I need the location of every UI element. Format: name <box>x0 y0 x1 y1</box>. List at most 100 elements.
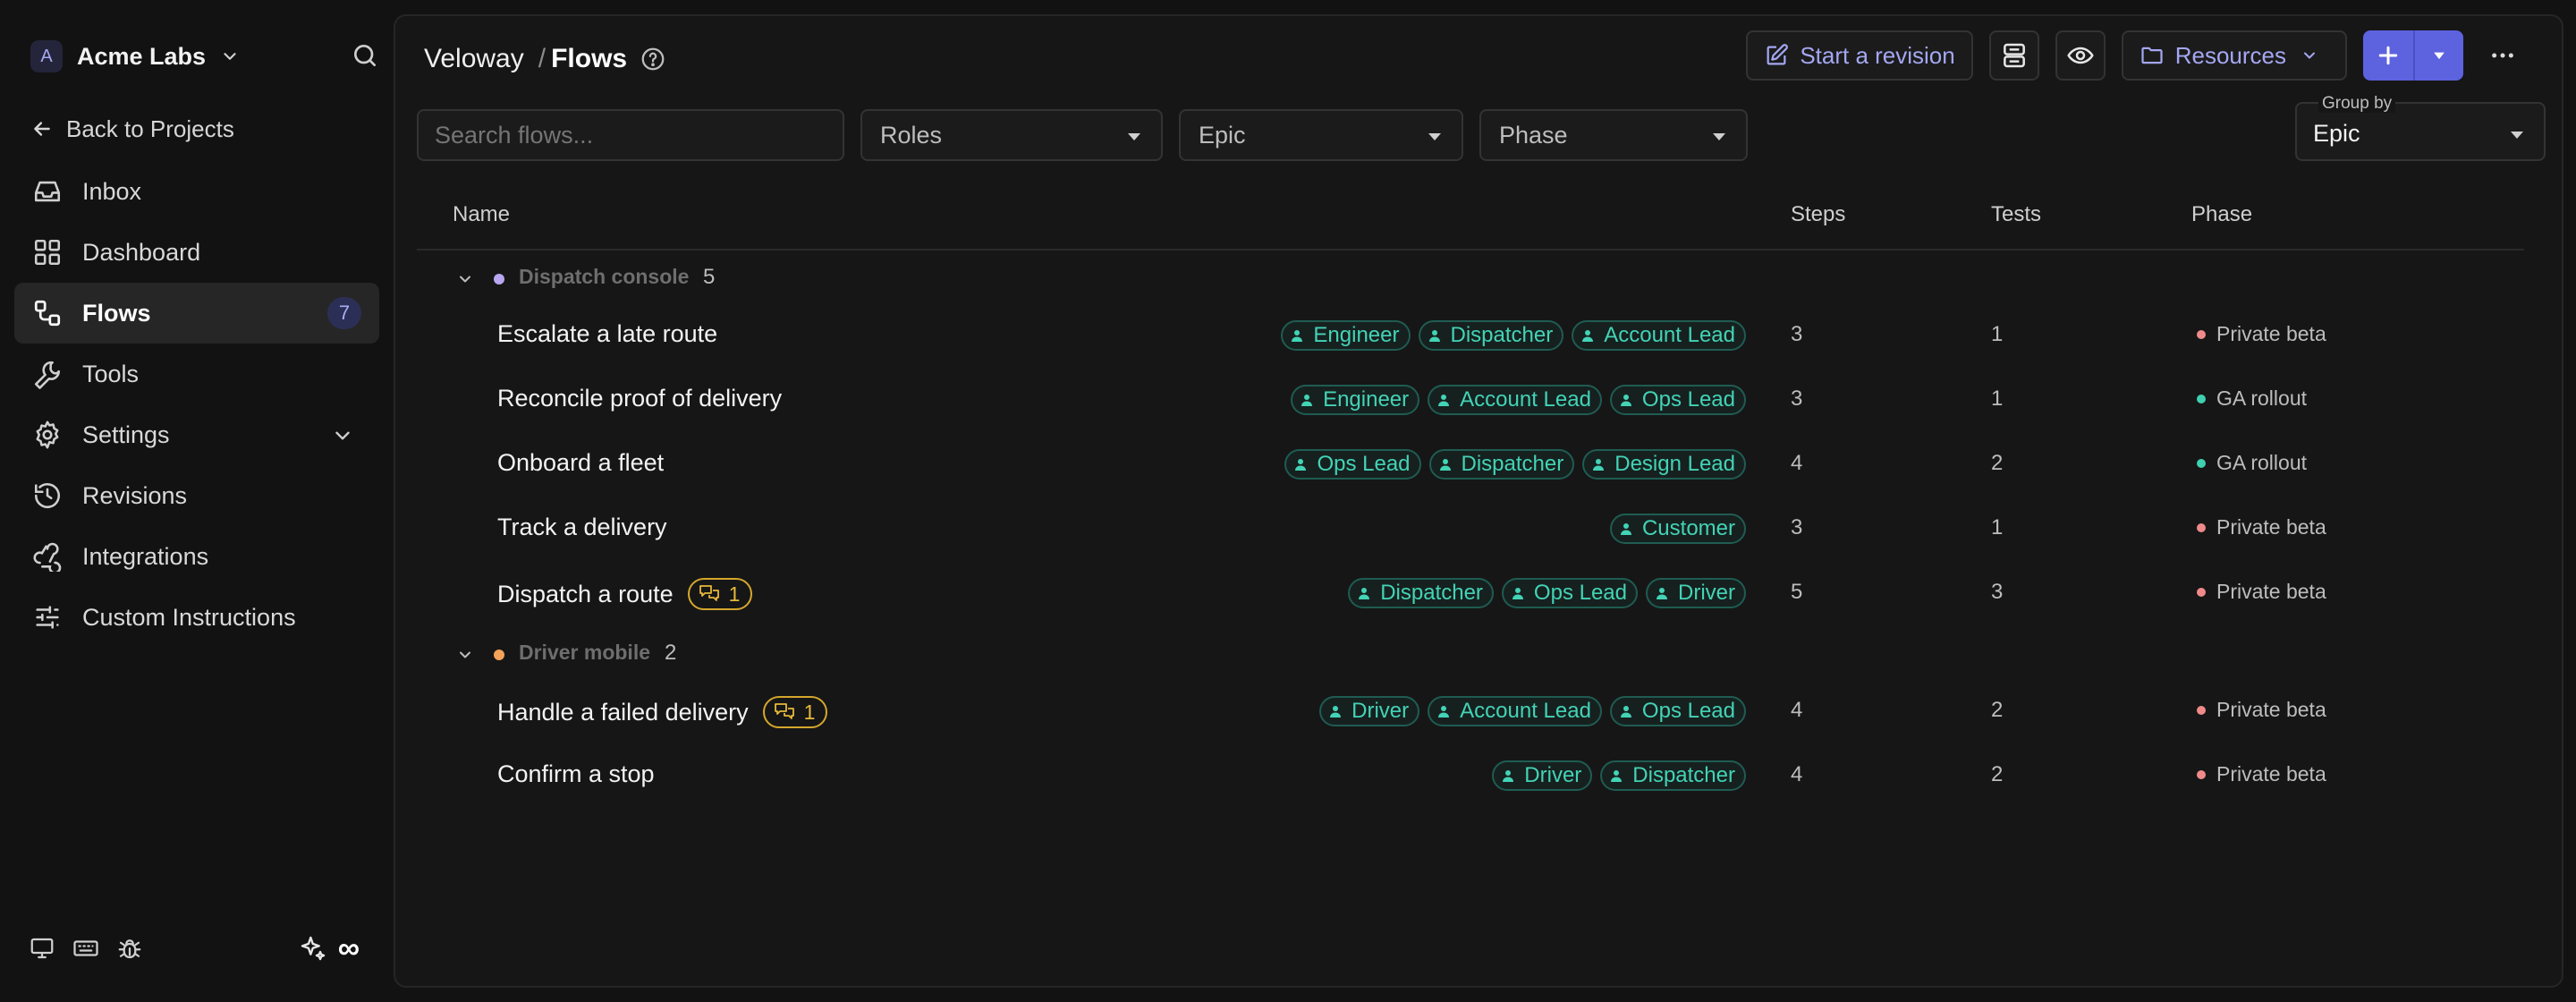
role-label: Driver <box>1678 581 1735 605</box>
sidebar-item-label: Flows <box>82 299 151 327</box>
person-icon <box>1503 770 1514 782</box>
flow-name-cell: Reconcile proof of delivery <box>497 385 782 412</box>
phase-cell: Private beta <box>2197 580 2326 604</box>
sidebar-item-label: Integrations <box>82 542 209 570</box>
table-row[interactable]: Reconcile proof of delivery Engineer Accou… <box>417 369 2524 433</box>
role-tag[interactable]: Dispatcher <box>1418 320 1564 351</box>
role-tag[interactable]: Customer <box>1609 514 1746 544</box>
sidebar-item-revisions[interactable]: Revisions <box>14 465 379 526</box>
table-row[interactable]: Onboard a fleet Ops Lead Dispatcher Design … <box>417 433 2524 497</box>
sidebar-item-settings[interactable]: Settings <box>14 404 379 465</box>
create-button[interactable] <box>2363 30 2413 81</box>
preview-button[interactable] <box>2055 30 2106 81</box>
role-tag[interactable]: Driver <box>1492 760 1593 791</box>
role-tag[interactable]: Ops Lead <box>1609 385 1746 415</box>
role-tag[interactable]: Dispatcher <box>1428 449 1575 480</box>
inbox-icon <box>34 181 61 202</box>
search-icon[interactable] <box>351 41 379 70</box>
breadcrumb-project[interactable]: Veloway <box>424 44 524 74</box>
table-row[interactable]: Track a delivery Customer 3 1 Private beta <box>417 497 2524 562</box>
resources-dropdown[interactable]: Resources <box>2121 30 2347 81</box>
role-tag[interactable]: Account Lead <box>1428 696 1602 726</box>
epic-filter[interactable]: Epic <box>1179 109 1463 161</box>
role-tag[interactable]: Account Lead <box>1572 320 1746 351</box>
agent-button[interactable] <box>1988 30 2039 81</box>
person-icon <box>1359 588 1370 599</box>
folder-icon <box>2141 47 2163 64</box>
column-header-steps[interactable]: Steps <box>1791 202 1845 227</box>
table-row[interactable]: Dispatch a route 1 Dispatcher Ops Lead Drive… <box>417 562 2524 626</box>
role-tag[interactable]: Ops Lead <box>1609 696 1746 726</box>
role-tag[interactable]: Driver <box>1646 578 1746 608</box>
plus-icon <box>2378 46 2398 65</box>
flow-name-cell: Handle a failed delivery 1 <box>497 696 828 728</box>
flow-name: Handle a failed delivery <box>497 698 749 726</box>
roles-filter[interactable]: Roles <box>860 109 1163 161</box>
role-tag[interactable]: Dispatcher <box>1600 760 1746 791</box>
person-icon <box>1620 706 1631 718</box>
back-to-projects-link[interactable]: Back to Projects <box>30 111 370 147</box>
role-label: Account Lead <box>1460 699 1591 723</box>
column-header-tests[interactable]: Tests <box>1991 202 2041 227</box>
comments-badge[interactable]: 1 <box>687 578 753 610</box>
role-label: Ops Lead <box>1641 699 1735 723</box>
role-label: Design Lead <box>1614 452 1735 476</box>
table-row[interactable]: Confirm a stop Driver Dispatcher 4 2 Private … <box>417 744 2524 809</box>
sidebar-item-inbox[interactable]: Inbox <box>14 161 379 222</box>
sidebar-item-integrations[interactable]: Integrations <box>14 526 379 587</box>
start-revision-button[interactable]: Start a revision <box>1746 30 1973 81</box>
chevron-down-icon[interactable] <box>456 646 474 664</box>
help-icon[interactable] <box>640 46 666 72</box>
sidebar-item-custom-instructions[interactable]: Custom Instructions <box>14 587 379 648</box>
chevron-down-icon <box>2304 52 2315 59</box>
table-row[interactable]: Handle a failed delivery 1 Driver Account L… <box>417 680 2524 744</box>
search-input[interactable] <box>417 109 844 161</box>
comments-badge[interactable]: 1 <box>762 696 828 728</box>
sparkles-icon[interactable] <box>299 934 327 963</box>
tests-cell: 3 <box>1991 580 2004 604</box>
role-tag[interactable]: Driver <box>1319 696 1420 726</box>
sidebar-item-label: Inbox <box>82 177 142 205</box>
keyboard-icon[interactable] <box>72 935 100 962</box>
sidebar-item-tools[interactable]: Tools <box>14 344 379 404</box>
role-tag[interactable]: Ops Lead <box>1501 578 1638 608</box>
role-label: Engineer <box>1323 387 1410 412</box>
role-tag[interactable]: Ops Lead <box>1284 449 1421 480</box>
group-row[interactable]: Dispatch console 5 <box>417 250 2524 304</box>
chevron-down-icon[interactable] <box>456 270 474 288</box>
org-switcher[interactable]: A Acme Labs <box>30 36 379 77</box>
group-by-value: Epic <box>2313 120 2360 147</box>
phase-label: GA rollout <box>2216 386 2307 410</box>
column-header-phase[interactable]: Phase <box>2191 202 2252 227</box>
person-icon <box>1657 588 1667 599</box>
bug-icon[interactable] <box>116 935 143 962</box>
tests-cell: 1 <box>1991 386 2004 411</box>
role-tag[interactable]: Design Lead <box>1582 449 1746 480</box>
caret-down-icon <box>1713 133 1725 140</box>
create-options-button[interactable] <box>2413 30 2463 81</box>
phase-filter[interactable]: Phase <box>1479 109 1748 161</box>
role-label: Account Lead <box>1460 387 1591 412</box>
table-row[interactable]: Escalate a late route Engineer Dispatcher A… <box>417 304 2524 369</box>
flow-name: Reconcile proof of delivery <box>497 385 783 412</box>
infinity-indicator[interactable]: ∞ <box>338 933 360 964</box>
steps-cell: 3 <box>1791 322 1803 346</box>
column-header-name[interactable]: Name <box>453 202 510 227</box>
monitor-icon[interactable] <box>29 935 55 962</box>
more-options-icon[interactable] <box>2488 41 2517 70</box>
role-tag[interactable]: Dispatcher <box>1348 578 1494 608</box>
phase-dot <box>2197 329 2206 339</box>
phase-label: Private beta <box>2216 580 2326 603</box>
phase-cell: Private beta <box>2197 762 2326 786</box>
sidebar-item-flows[interactable]: Flows 7 <box>14 283 379 344</box>
role-tag[interactable]: Account Lead <box>1428 385 1602 415</box>
group-by-select[interactable]: Group by Epic <box>2295 95 2546 161</box>
group-name: Driver mobile <box>519 641 650 664</box>
role-tag[interactable]: Engineer <box>1291 385 1420 415</box>
role-tag[interactable]: Engineer <box>1281 320 1411 351</box>
tests-cell: 2 <box>1991 451 2004 475</box>
group-by-label: Group by <box>2318 95 2396 113</box>
group-row[interactable]: Driver mobile 2 <box>417 626 2524 680</box>
chevron-down-icon[interactable] <box>331 424 354 447</box>
sidebar-item-dashboard[interactable]: Dashboard <box>14 222 379 283</box>
